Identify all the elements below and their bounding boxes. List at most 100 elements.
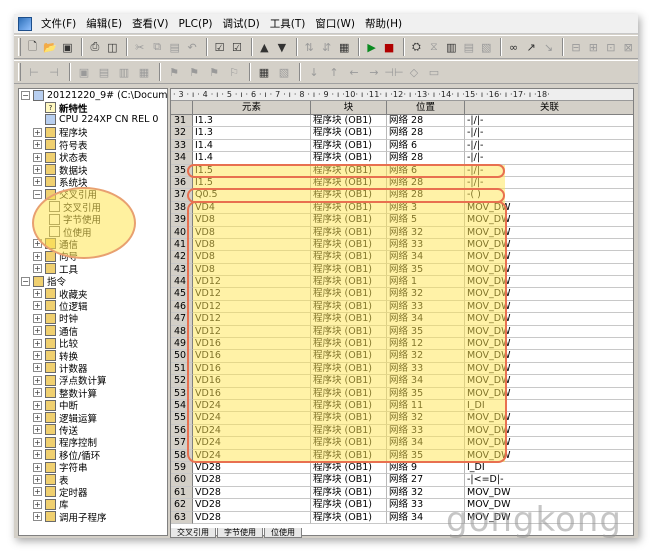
print-preview-icon[interactable]: ◫ bbox=[105, 38, 120, 56]
expand-icon[interactable]: + bbox=[33, 499, 42, 509]
expand-icon[interactable]: + bbox=[33, 140, 42, 150]
menu-edit[interactable]: 编辑(E) bbox=[81, 14, 127, 34]
menu-plc[interactable]: PLC(P) bbox=[173, 14, 217, 34]
tab-byte-usage[interactable]: 字节使用 bbox=[217, 528, 263, 538]
table-row[interactable]: 31 I1.3 程序块 (OB1) 网络 28 -|/|- bbox=[171, 115, 633, 128]
toolbar-grip[interactable] bbox=[18, 38, 21, 56]
tree-item[interactable]: + 调用子程序 bbox=[33, 511, 107, 524]
menu-tools[interactable]: 工具(T) bbox=[265, 14, 311, 34]
menu-file[interactable]: 文件(F) bbox=[36, 14, 81, 34]
cut-icon[interactable]: ✂ bbox=[132, 38, 147, 56]
status-chart-icon[interactable]: ▥ bbox=[444, 38, 459, 56]
symbol-view-icon[interactable]: ▦ bbox=[135, 63, 153, 81]
expand-icon[interactable]: + bbox=[33, 165, 42, 175]
tree-item[interactable]: + 转换 bbox=[33, 349, 78, 363]
tab-bit-usage[interactable]: 位使用 bbox=[264, 528, 302, 538]
program-status-icon[interactable]: ⛭ bbox=[409, 38, 424, 56]
tree-item[interactable]: + 整数计算 bbox=[33, 387, 97, 400]
expand-icon[interactable]: + bbox=[33, 152, 42, 162]
expand-icon[interactable]: + bbox=[33, 512, 42, 522]
next-bookmark-icon[interactable]: ⚑ bbox=[185, 63, 203, 81]
tree-item[interactable]: + 时钟 bbox=[33, 312, 78, 325]
box-icon[interactable]: ▭ bbox=[425, 63, 443, 81]
write-all-icon[interactable]: ⊠ bbox=[621, 38, 636, 56]
table-row[interactable]: 61 VD28 程序块 (OB1) 网络 32 MOV_DW bbox=[171, 486, 633, 500]
compile-all-icon[interactable]: ☑ bbox=[229, 38, 244, 56]
unforce-icon[interactable]: ↘ bbox=[541, 38, 556, 56]
tree-item-project[interactable]: − 20121220_9# (C:\Docume bbox=[21, 89, 167, 101]
column-header-element[interactable]: 元素 bbox=[193, 101, 311, 115]
tree-item[interactable]: + 表 bbox=[33, 473, 69, 487]
tree-item[interactable]: + 数据块 bbox=[33, 163, 88, 177]
expand-icon[interactable]: + bbox=[33, 462, 42, 472]
menu-debug[interactable]: 调试(D) bbox=[218, 14, 265, 34]
ladder-view-icon[interactable]: ▣ bbox=[75, 63, 93, 81]
tree-item[interactable]: + 中断 bbox=[33, 399, 78, 412]
expand-icon[interactable]: + bbox=[33, 289, 42, 299]
expand-icon[interactable]: + bbox=[33, 363, 42, 373]
fbd-view-icon[interactable]: ▥ bbox=[115, 63, 133, 81]
prev-bookmark-icon[interactable]: ⚑ bbox=[205, 63, 223, 81]
column-header-location[interactable]: 位置 bbox=[387, 101, 465, 115]
tree-item[interactable]: + 收藏夹 bbox=[33, 287, 88, 301]
tree-item[interactable]: ? 新特性 bbox=[33, 101, 88, 115]
expand-icon[interactable]: + bbox=[33, 313, 42, 323]
coil-icon[interactable]: ◇ bbox=[405, 63, 423, 81]
upload-icon[interactable]: ▲ bbox=[257, 38, 272, 56]
sort-descending-icon[interactable]: ⇵ bbox=[319, 38, 334, 56]
collapse-icon[interactable]: − bbox=[21, 90, 30, 100]
stop-icon[interactable]: ■ bbox=[381, 38, 396, 56]
tree-item[interactable]: + 逻辑运算 bbox=[33, 411, 97, 425]
open-icon[interactable]: 📂 bbox=[42, 38, 57, 56]
tree-item[interactable]: − 指令 bbox=[21, 275, 66, 288]
address-table-icon[interactable]: ▧ bbox=[275, 63, 293, 81]
unlock-icon[interactable]: ⊞ bbox=[586, 38, 601, 56]
copy-icon[interactable]: ⧉ bbox=[149, 38, 164, 56]
run-icon[interactable]: ▶ bbox=[364, 38, 379, 56]
tree-item[interactable]: + 状态表 bbox=[33, 151, 88, 164]
table-row[interactable]: 33 I1.4 程序块 (OB1) 网络 6 -|/|- bbox=[171, 139, 633, 153]
download-icon[interactable]: ▼ bbox=[274, 38, 289, 56]
undo-icon[interactable]: ↶ bbox=[184, 38, 199, 56]
expand-icon[interactable]: + bbox=[33, 375, 42, 385]
table-row[interactable]: 34 I1.4 程序块 (OB1) 网络 28 -|/|- bbox=[171, 152, 633, 165]
chart-icon[interactable]: ▤ bbox=[461, 38, 476, 56]
watch-icon[interactable]: ∞ bbox=[506, 38, 521, 56]
tree-item[interactable]: + 程序块 bbox=[33, 126, 88, 139]
bookmark-icon[interactable]: ⚑ bbox=[165, 63, 183, 81]
column-header-context[interactable]: 关联 bbox=[465, 101, 633, 115]
stl-view-icon[interactable]: ▤ bbox=[95, 63, 113, 81]
down-line-icon[interactable]: ↓ bbox=[305, 63, 323, 81]
table-row[interactable]: 32 I1.3 程序块 (OB1) 网络 28 -|/|- bbox=[171, 127, 633, 140]
expand-icon[interactable]: + bbox=[33, 351, 42, 361]
insert-network-icon[interactable]: ⊢ bbox=[25, 63, 43, 81]
menu-view[interactable]: 查看(V) bbox=[127, 14, 173, 34]
read-all-icon[interactable]: ⊡ bbox=[603, 38, 618, 56]
expand-icon[interactable]: + bbox=[33, 251, 42, 261]
contact-icon[interactable]: ⊣⊢ bbox=[384, 63, 403, 81]
table-row[interactable]: 60 VD28 程序块 (OB1) 网络 27 -|<=D|- bbox=[171, 474, 633, 487]
menu-help[interactable]: 帮助(H) bbox=[360, 14, 407, 34]
tree-item[interactable]: + 比较 bbox=[33, 337, 78, 350]
tree-item[interactable]: + 定时器 bbox=[33, 486, 88, 499]
remove-bookmark-icon[interactable]: ⚐ bbox=[225, 63, 243, 81]
options-icon[interactable]: ▦ bbox=[336, 38, 351, 56]
expand-icon[interactable]: + bbox=[33, 400, 42, 410]
lock-icon[interactable]: ⊟ bbox=[568, 38, 583, 56]
left-line-icon[interactable]: ← bbox=[345, 63, 363, 81]
print-icon[interactable]: ⎙ bbox=[87, 38, 102, 56]
trend-icon[interactable]: ▧ bbox=[478, 38, 493, 56]
tree-item[interactable]: + 移位/循环 bbox=[33, 449, 100, 462]
delete-network-icon[interactable]: ⊣ bbox=[45, 63, 63, 81]
toolbar-grip[interactable] bbox=[18, 63, 21, 81]
expand-icon[interactable]: + bbox=[33, 450, 42, 460]
right-line-icon[interactable]: → bbox=[365, 63, 383, 81]
menu-window[interactable]: 窗口(W) bbox=[310, 14, 360, 34]
expand-icon[interactable]: + bbox=[33, 127, 42, 137]
save-icon[interactable]: ▣ bbox=[60, 38, 75, 56]
expand-icon[interactable]: + bbox=[33, 326, 42, 336]
pause-status-icon[interactable]: ⧖ bbox=[426, 38, 441, 56]
paste-icon[interactable]: ▤ bbox=[167, 38, 182, 56]
expand-icon[interactable]: + bbox=[33, 177, 42, 187]
tree-item[interactable]: + 字符串 bbox=[33, 461, 88, 474]
